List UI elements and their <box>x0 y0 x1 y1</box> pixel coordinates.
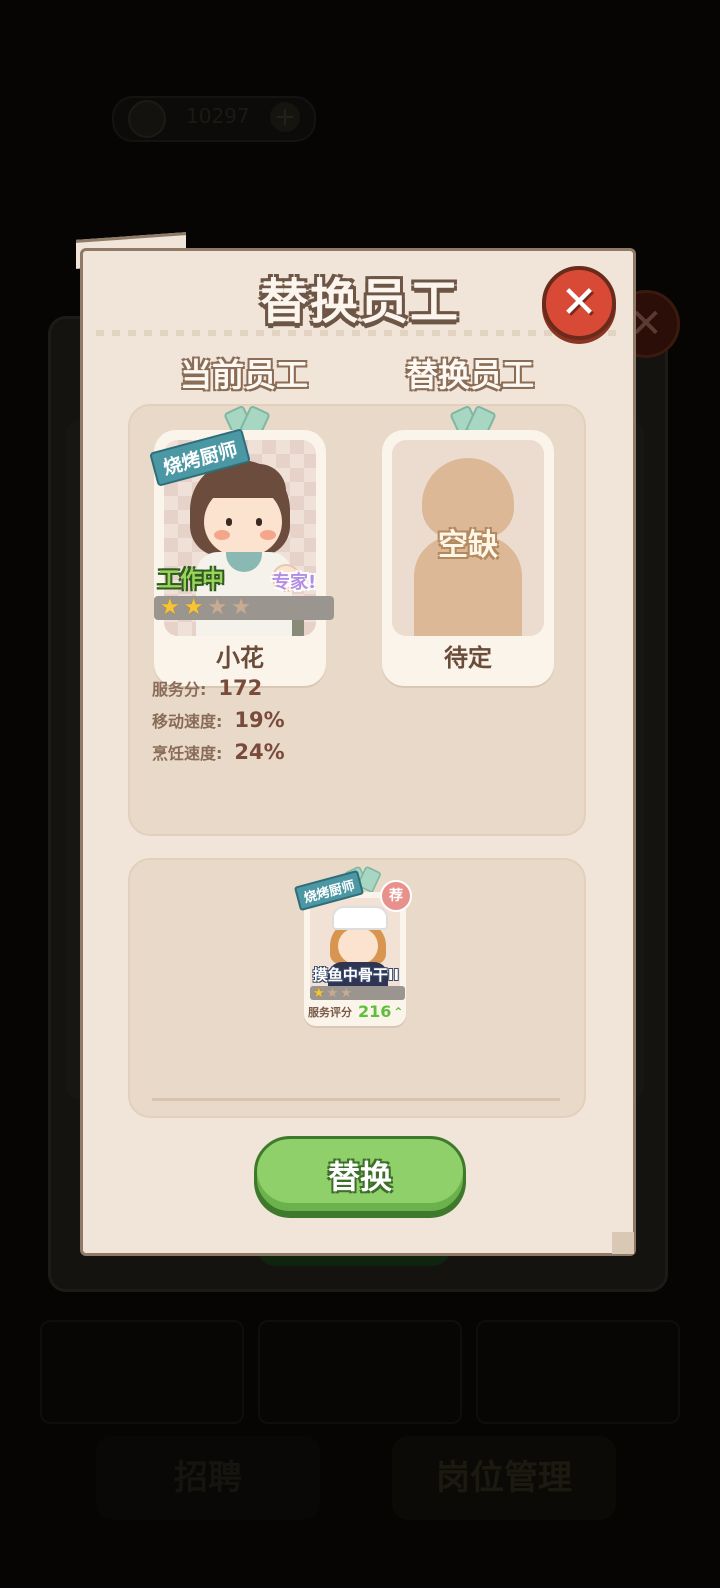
candidate-star-rating: ★ ★ ★ <box>310 986 405 1000</box>
bg-position-manage-button: 岗位管理 <box>392 1436 616 1520</box>
bg-bottom-tabs <box>40 1320 680 1424</box>
replace-button-label: 替换 <box>327 1158 392 1196</box>
replacement-employee-header: 替换员工 <box>405 356 534 394</box>
star-rating: ★ ★ ★ ★ <box>154 596 334 620</box>
stat-service-score: 服务分: 172 <box>152 676 262 700</box>
title-divider <box>96 330 616 336</box>
close-icon: ✕ <box>560 277 598 328</box>
stat-value: 19% <box>234 708 285 732</box>
stat-cook-speed: 烹饪速度: 24% <box>152 740 285 764</box>
star-filled-icon: ★ <box>183 595 204 620</box>
plus-icon: + <box>270 102 300 132</box>
score-value: 216 <box>358 1002 392 1021</box>
employee-name: 小花 <box>216 644 264 672</box>
star-empty-icon: ★ <box>231 595 251 620</box>
stat-value: 172 <box>218 676 263 700</box>
star-empty-icon: ★ <box>207 595 228 620</box>
bg-coin-count: 10297 <box>186 104 250 128</box>
up-arrow-icon: ⌃ <box>393 1004 404 1019</box>
paper-fold-corner <box>612 1232 634 1254</box>
stat-move-speed: 移动速度: 19% <box>152 708 285 732</box>
star-empty-icon: ★ <box>326 985 339 1001</box>
bg-tab <box>40 1320 244 1424</box>
vacancy-label: 空缺 <box>438 528 498 563</box>
replacement-name: 待定 <box>444 644 492 672</box>
star-empty-icon: ★ <box>340 985 352 1001</box>
coin-icon <box>128 100 166 138</box>
expert-badge: 专家! <box>272 572 317 593</box>
stat-label: 移动速度: <box>152 712 223 731</box>
stat-label: 烹饪速度: <box>152 744 223 763</box>
working-status-label: 工作中 <box>158 568 225 593</box>
candidate-score: 服务评分 216 ⌃ <box>308 1002 404 1021</box>
recommended-badge: 荐 <box>380 880 412 912</box>
star-filled-icon: ★ <box>160 595 180 620</box>
score-label: 服务评分 <box>308 1005 352 1019</box>
star-filled-icon: ★ <box>313 985 325 1001</box>
bg-recruit-button: 招聘 <box>96 1436 320 1520</box>
bg-tab <box>476 1320 680 1424</box>
list-divider <box>152 1098 560 1101</box>
replace-button[interactable]: 替换 <box>254 1136 466 1214</box>
current-employee-header: 当前员工 <box>179 356 308 394</box>
stat-label: 服务分: <box>152 680 207 699</box>
stat-value: 24% <box>234 740 285 764</box>
close-button[interactable]: ✕ <box>542 266 616 340</box>
bg-tab <box>258 1320 462 1424</box>
candidate-status: 摸鱼中骨干II <box>312 966 400 984</box>
